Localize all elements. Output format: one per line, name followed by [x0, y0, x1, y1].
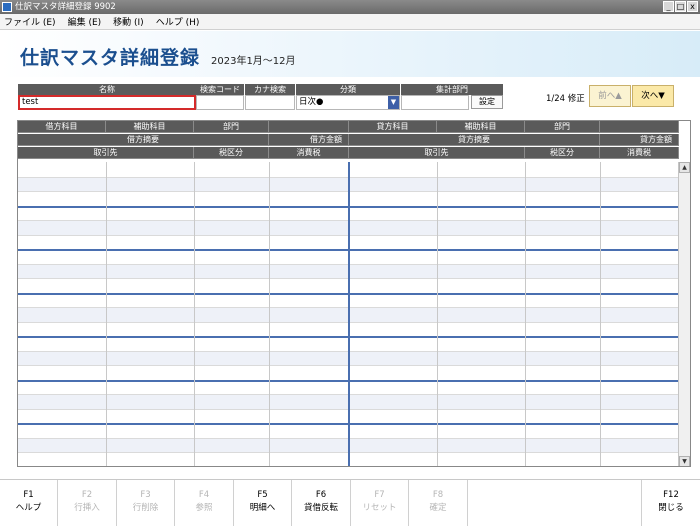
menu-bar: ファイル (E) 編集 (E) 移動 (I) ヘルプ (H)	[0, 14, 700, 30]
f6-key: F6	[315, 490, 327, 500]
scroll-up-icon[interactable]: ▲	[679, 162, 690, 173]
menu-file[interactable]: ファイル (E)	[4, 15, 56, 28]
f4-label: 参照	[195, 503, 213, 513]
header-credit-account: 貸方科目	[349, 121, 437, 133]
f8-confirm-button[interactable]: F8 確定	[409, 480, 468, 526]
grid-column-line	[600, 162, 601, 466]
f1-help-button[interactable]: F1 ヘルプ	[0, 480, 58, 526]
f5-key: F5	[257, 490, 268, 500]
dept-label: 集計部門	[401, 84, 503, 95]
window-titlebar: 仕訳マスタ詳細登録 9902 _ □ x	[0, 0, 700, 14]
f3-delete-row-button[interactable]: F3 行削除	[117, 480, 175, 526]
header-credit-dept: 部門	[525, 121, 600, 133]
menu-edit[interactable]: 編集 (E)	[68, 15, 102, 28]
dept-input[interactable]	[401, 95, 469, 110]
f8-label: 確定	[429, 503, 447, 513]
f3-key: F3	[140, 490, 151, 500]
search-code-input[interactable]	[196, 95, 244, 110]
page-info: 1/24 修正	[546, 94, 585, 104]
grid-body[interactable]	[18, 162, 679, 466]
header-debit-dept: 部門	[194, 121, 269, 133]
f12-label: 閉じる	[658, 503, 684, 513]
grid-column-line	[525, 162, 526, 466]
search-code-label: 検索コード	[196, 84, 244, 95]
maximize-button[interactable]: □	[675, 1, 686, 12]
f3-label: 行削除	[132, 503, 159, 513]
header-debit-consumption-tax: 消費税	[269, 147, 349, 159]
f1-key: F1	[23, 490, 34, 500]
f12-close-button[interactable]: F12 閉じる	[641, 480, 700, 526]
header-credit-sub-account: 補助科目	[437, 121, 525, 133]
category-value: 日次●	[299, 97, 324, 107]
f4-reference-button[interactable]: F4 参照	[175, 480, 234, 526]
grid-header: 借方科目 補助科目 部門 貸方科目 補助科目 部門 借方摘要 借方金額 貸方摘要…	[18, 121, 679, 161]
menu-help[interactable]: ヘルプ (H)	[156, 15, 200, 28]
header-credit-tax-category: 税区分	[525, 147, 600, 159]
function-key-bar: F1 ヘルプ F2 行挿入 F3 行削除 F4 参照 F5 明細へ F6 貸借反…	[0, 479, 700, 526]
category-select[interactable]: 日次● ▼	[296, 95, 400, 110]
f6-label: 貸借反転	[303, 503, 338, 513]
grid-column-line	[194, 162, 195, 466]
name-input[interactable]: test	[18, 95, 196, 110]
name-label: 名称	[18, 84, 196, 95]
f2-label: 行挿入	[74, 503, 100, 513]
next-button[interactable]: 次へ▼	[632, 85, 674, 107]
fiscal-period: 2023年1月～12月	[211, 56, 296, 67]
kana-search-label: カナ検索	[245, 84, 295, 95]
f7-reset-button[interactable]: F7 リセット	[351, 480, 409, 526]
header-debit-partner: 取引先	[18, 147, 194, 159]
header-credit-amount: 貸方金額	[600, 134, 679, 146]
header-credit-consumption-tax: 消費税	[600, 147, 679, 159]
f12-key: F12	[663, 490, 679, 500]
menu-move[interactable]: 移動 (I)	[113, 15, 144, 28]
header-debit-memo: 借方摘要	[18, 134, 269, 146]
search-form: 名称 test 検索コード カナ検索 分類 日次● ▼ 集計部門 設定 1/24…	[14, 80, 685, 110]
kana-search-input[interactable]	[245, 95, 295, 110]
header-debit-account: 借方科目	[18, 121, 106, 133]
category-label: 分類	[296, 84, 400, 95]
f8-key: F8	[432, 490, 444, 500]
prev-button[interactable]: 前へ▲	[589, 85, 631, 107]
f1-label: ヘルプ	[15, 503, 42, 513]
header-credit-blank	[600, 121, 679, 133]
header-credit-memo: 貸方摘要	[349, 134, 600, 146]
window-controls: _ □ x	[663, 1, 698, 12]
page-title: 仕訳マスタ詳細登録	[20, 47, 201, 69]
grid-debit-credit-divider	[348, 162, 350, 466]
f7-key: F7	[374, 490, 385, 500]
f5-label: 明細へ	[249, 503, 276, 513]
grid-column-line	[437, 162, 438, 466]
f2-key: F2	[81, 490, 93, 500]
window-title: 仕訳マスタ詳細登録 9902	[15, 2, 116, 12]
grid-column-line	[106, 162, 107, 466]
f4-key: F4	[198, 490, 210, 500]
chevron-down-icon[interactable]: ▼	[388, 96, 399, 109]
settei-button[interactable]: 設定	[471, 95, 503, 109]
journal-grid: 借方科目 補助科目 部門 貸方科目 補助科目 部門 借方摘要 借方金額 貸方摘要…	[17, 120, 691, 467]
header-debit-tax-category: 税区分	[194, 147, 269, 159]
header-debit-sub-account: 補助科目	[106, 121, 194, 133]
header-debit-amount: 借方金額	[269, 134, 349, 146]
header-debit-blank	[269, 121, 349, 133]
app-icon	[2, 2, 12, 12]
page-header: 仕訳マスタ詳細登録 2023年1月～12月	[0, 31, 700, 77]
scroll-down-icon[interactable]: ▼	[679, 456, 690, 466]
header-credit-partner: 取引先	[349, 147, 525, 159]
vertical-scrollbar[interactable]: ▲ ▼	[678, 162, 690, 466]
f6-swap-debit-credit-button[interactable]: F6 貸借反転	[292, 480, 351, 526]
f7-label: リセット	[362, 503, 397, 513]
close-button[interactable]: x	[687, 1, 698, 12]
grid-column-line	[269, 162, 270, 466]
f5-detail-button[interactable]: F5 明細へ	[234, 480, 292, 526]
minimize-button[interactable]: _	[663, 1, 674, 12]
f2-insert-row-button[interactable]: F2 行挿入	[58, 480, 117, 526]
